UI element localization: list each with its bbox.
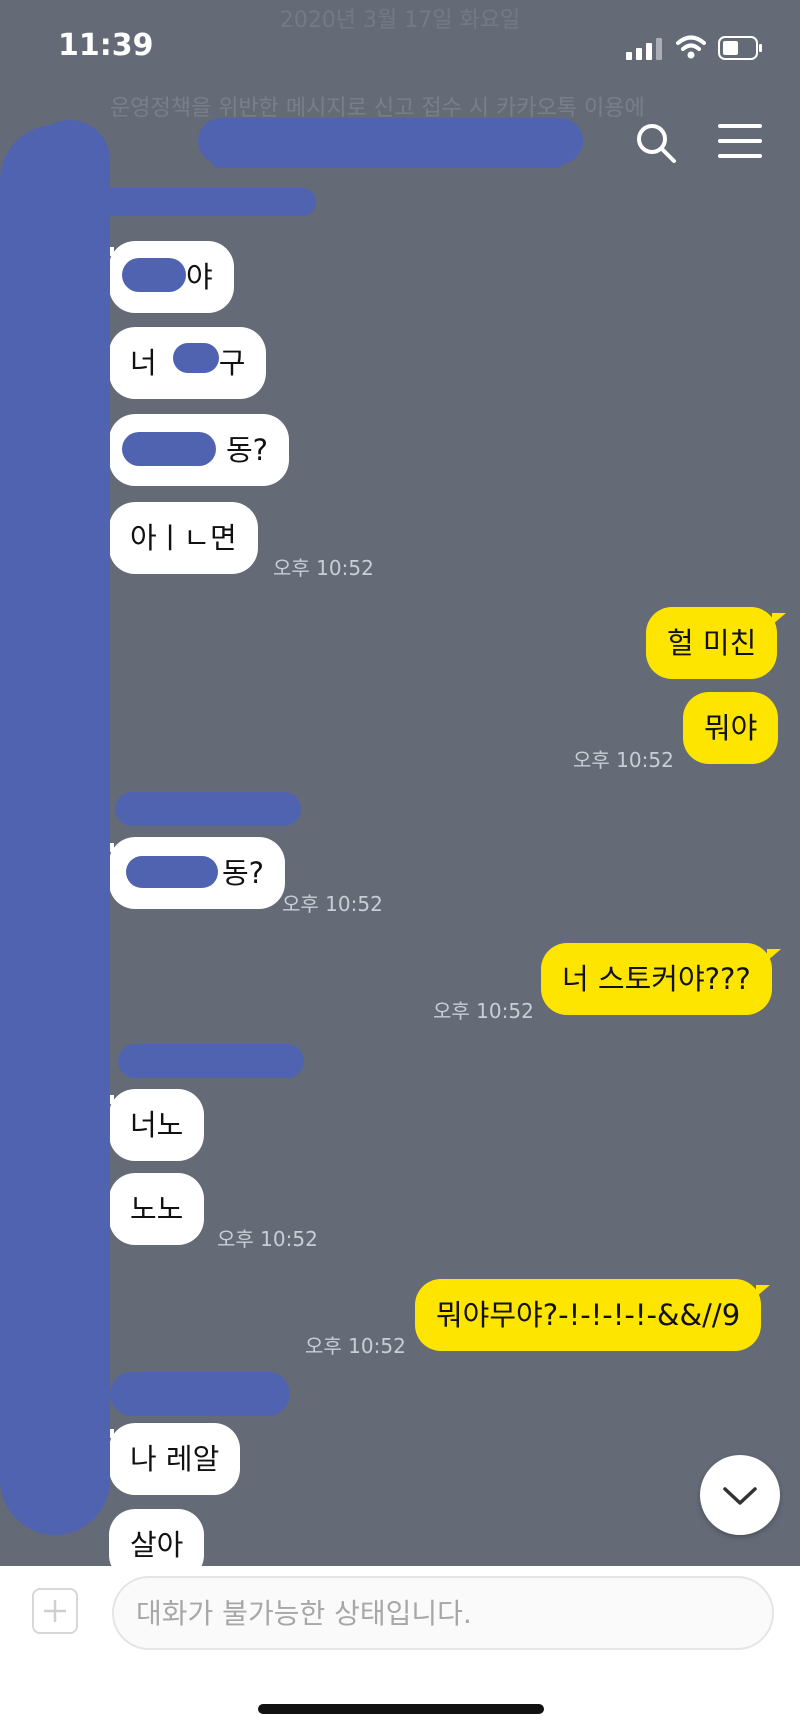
redaction-mark (110, 1372, 290, 1416)
my-message-bubble[interactable]: 헐 미친 (646, 607, 787, 679)
message-timestamp: 오후 10:52 (217, 1227, 318, 1251)
search-icon[interactable] (634, 121, 678, 165)
redaction-mark (126, 856, 218, 888)
scroll-down-button[interactable] (700, 1455, 780, 1535)
message-input[interactable]: 대화가 불가능한 상태입니다. (112, 1576, 774, 1650)
redaction-mark (173, 343, 219, 373)
my-message-bubble[interactable]: 뭐야무야?-!-!-!-!-&&//9 (415, 1279, 771, 1351)
my-message-bubble[interactable]: 너 스토커야??? (541, 943, 781, 1015)
battery-icon (718, 36, 762, 60)
wifi-icon (676, 35, 706, 59)
redaction-mark (115, 792, 301, 826)
redaction-mark (0, 125, 110, 1535)
message-timestamp: 오후 10:52 (573, 748, 674, 772)
status-time: 11:39 (58, 28, 154, 63)
attach-button[interactable] (32, 1588, 78, 1634)
message-timestamp: 오후 10:52 (433, 999, 534, 1023)
redaction-mark (122, 258, 186, 292)
message-bubble[interactable]: 아ㅣㄴ면 (109, 502, 258, 574)
message-bubble[interactable]: 나 레알 (99, 1423, 241, 1495)
signal-icon (626, 38, 662, 60)
redaction-mark (122, 432, 216, 466)
chevron-down-icon (723, 1487, 757, 1505)
menu-icon[interactable] (718, 124, 762, 160)
message-timestamp: 오후 10:52 (273, 556, 374, 580)
my-message-bubble[interactable]: 뭐야 (683, 692, 779, 764)
message-bubble[interactable]: 너노 (99, 1089, 205, 1161)
home-indicator (258, 1704, 544, 1714)
redaction-mark (210, 148, 565, 168)
message-timestamp: 오후 10:52 (282, 892, 383, 916)
plus-icon (44, 1600, 66, 1622)
message-bubble[interactable]: 노노 (109, 1173, 205, 1245)
redaction-mark (90, 188, 316, 216)
redaction-mark (118, 1044, 304, 1078)
message-timestamp: 오후 10:52 (305, 1334, 406, 1358)
